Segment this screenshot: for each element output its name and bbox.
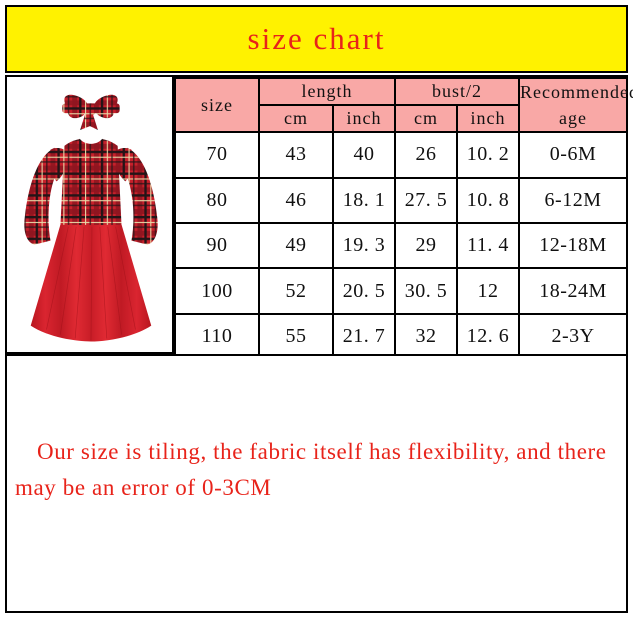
cell-size: 100: [174, 267, 260, 315]
cell-age: 2-3Y: [518, 312, 629, 361]
cell-length-cm: 52: [258, 267, 334, 315]
cell-length-inch: 18. 1: [332, 176, 396, 224]
cell-length-inch: 40: [332, 131, 396, 179]
product-dress-image: [7, 78, 172, 351]
cell-size: 110: [174, 312, 260, 361]
size-table: size length bust/2 Recommended age cm in…: [174, 76, 633, 361]
header-bust: bust/2: [393, 76, 521, 107]
cell-bust-inch: 10. 2: [455, 131, 521, 179]
cell-bust-cm: 27. 5: [394, 176, 458, 224]
cell-bust-cm: 32: [394, 312, 458, 361]
cell-length-cm: 49: [258, 221, 334, 270]
cell-age: 6-12M: [518, 176, 629, 224]
cell-bust-cm: 30. 5: [394, 267, 458, 315]
cell-size: 70: [174, 131, 260, 179]
table-row: 80 46 18. 1 27. 5 10. 8 6-12M: [174, 176, 629, 224]
product-image-cell: [7, 77, 174, 352]
cell-bust-inch: 12. 6: [455, 312, 521, 361]
size-chart-page: size chart size length bust/2 Recommende…: [0, 0, 633, 618]
header-size: size: [174, 76, 260, 134]
cell-length-cm: 43: [258, 131, 334, 179]
note-box: Our size is tiling, the fabric itself ha…: [5, 354, 628, 613]
cell-length-inch: 19. 3: [332, 221, 396, 270]
header-length-cm: cm: [258, 104, 334, 134]
cell-bust-inch: 12: [455, 267, 521, 315]
header-length-inch: inch: [332, 104, 396, 134]
header-length: length: [258, 76, 396, 107]
table-row: 90 49 19. 3 29 11. 4 12-18M: [174, 221, 629, 270]
header-bust-cm: cm: [394, 104, 458, 134]
dress-bodice: [60, 134, 122, 227]
cell-length-inch: 21. 7: [332, 312, 396, 361]
cell-length-cm: 55: [258, 312, 334, 361]
table-row: 110 55 21. 7 32 12. 6 2-3Y: [174, 312, 629, 361]
cell-age: 18-24M: [518, 267, 629, 315]
cell-size: 90: [174, 221, 260, 270]
cell-length-cm: 46: [258, 176, 334, 224]
cell-length-inch: 20. 5: [332, 267, 396, 315]
page-title: size chart: [247, 21, 386, 56]
header-bust-inch: inch: [455, 104, 521, 134]
title-banner: size chart: [5, 5, 628, 73]
header-recommended-age: Recommended age: [518, 76, 633, 134]
cell-age: 12-18M: [518, 221, 629, 270]
cell-size: 80: [174, 176, 260, 224]
cell-age: 0-6M: [518, 131, 629, 179]
cell-bust-inch: 10. 8: [455, 176, 521, 224]
cell-bust-cm: 26: [394, 131, 458, 179]
chart-region: size length bust/2 Recommended age cm in…: [5, 75, 633, 361]
table-row: 70 43 40 26 10. 2 0-6M: [174, 131, 629, 179]
table-row: 100 52 20. 5 30. 5 12 18-24M: [174, 267, 629, 315]
cell-bust-inch: 11. 4: [455, 221, 521, 270]
size-note-text: Our size is tiling, the fabric itself ha…: [15, 439, 607, 500]
cell-bust-cm: 29: [394, 221, 458, 270]
table-header-row-1: size length bust/2 Recommended age: [174, 76, 633, 134]
